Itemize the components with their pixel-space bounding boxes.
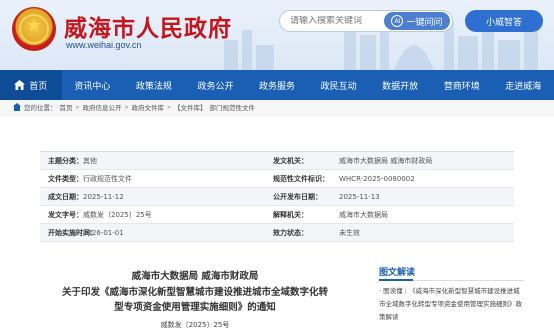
interpretation-panel: 图文解读 · 图读懂｜《威海市深化新型智慧城市建设推进城市全域数字化转型专项资金… — [379, 265, 524, 324]
meta-value: 2025-11-13 — [339, 192, 380, 201]
metadata-row: 文件类型： 行政规范性文件 规范性文件标识： WHCR-2025-0080002 — [40, 170, 514, 188]
location-icon — [13, 103, 21, 111]
search-input[interactable] — [290, 16, 390, 26]
assistant-button[interactable]: 小威智答 — [465, 10, 543, 32]
search-box: AI 一键问问 — [279, 10, 453, 32]
nav-item-disclosure[interactable]: 政务公开 — [185, 70, 247, 100]
breadcrumb-item-file-library[interactable]: 【文件库】 — [174, 102, 207, 112]
breadcrumb-separator: » — [124, 103, 129, 111]
metadata-row: 成文日期： 2025-11-12 公开发布日期： 2025-11-13 — [40, 188, 514, 206]
meta-key: 效力状态： — [273, 228, 308, 237]
metadata-row: 开始实施时间： 2026-01-01 效力状态： 未生效 — [40, 224, 514, 242]
breadcrumb-separator: » — [75, 103, 80, 111]
site-title[interactable]: 威海市人民政府 — [64, 9, 232, 43]
interpretation-link[interactable]: · 图读懂｜《威海市深化新型智慧城市建设推进城市全域数字化转型专项资金使用管理实… — [379, 285, 524, 324]
nav-item-label: 首页 — [29, 81, 48, 92]
meta-value: 其他 — [83, 156, 97, 165]
meta-key: 开始实施时间： — [48, 228, 97, 237]
meta-value: 行政规范性文件 — [83, 174, 132, 183]
content-card: 主题分类： 其他 发文机关： 威海市大数据局 威海市财政局 文件类型： 行政规范… — [0, 117, 554, 336]
meta-key: 发文字号： — [48, 210, 83, 219]
metadata-row: 发文字号： 威数发〔2025〕25号 解释机关： 威海市大数据局 — [40, 206, 514, 224]
nav-item-open-data[interactable]: 数据开放 — [369, 70, 431, 100]
meta-key: 主题分类： — [48, 156, 83, 165]
breadcrumb-separator: » — [166, 103, 171, 111]
document-title-line: 威海市大数据局 威海市财政局 — [131, 271, 259, 282]
site-header: ★ 威海市人民政府 www.weihai.gov.cn AI 一键问问 小威智答 — [0, 0, 554, 70]
interpretation-title: 图文解读 — [379, 265, 524, 281]
meta-value: 威数发〔2025〕25号 — [83, 210, 152, 219]
document-title: 威海市大数据局 威海市财政局 关于印发《威海市深化新型智慧城市建设推进城市全域数… — [40, 269, 350, 316]
meta-key: 公开发布日期： — [273, 192, 322, 201]
breadcrumb: 您的位置： 首页 » 政府信息公开 » 政府文件库 » 【文件库】 部门规范性文… — [13, 102, 255, 112]
breadcrumb-item-library[interactable]: 政府文件库 — [131, 102, 164, 112]
meta-key: 发文机关： — [273, 156, 308, 165]
document-title-line: 型专项资金使用管理实施细则》的通知 — [114, 302, 276, 313]
meta-value: 未生效 — [339, 228, 360, 237]
site-domain: www.weihai.gov.cn — [66, 40, 142, 50]
breadcrumb-item-home[interactable]: 首页 — [60, 102, 73, 112]
document-metadata-table: 主题分类： 其他 发文机关： 威海市大数据局 威海市财政局 文件类型： 行政规范… — [40, 151, 514, 242]
nav-item-business[interactable]: 营商环境 — [431, 70, 493, 100]
home-icon — [14, 80, 26, 90]
meta-value: WHCR-2025-0080002 — [339, 174, 415, 183]
ask-ai-label: 一键问问 — [406, 17, 443, 28]
metadata-row: 主题分类： 其他 发文机关： 威海市大数据局 威海市财政局 — [40, 152, 514, 170]
nav-item-interaction[interactable]: 政民互动 — [308, 70, 370, 100]
meta-value: 2025-11-12 — [83, 192, 124, 201]
document-title-line: 关于印发《威海市深化新型智慧城市建设推进城市全域数字化转 — [61, 286, 328, 298]
breadcrumb-item-disclosure[interactable]: 政府信息公开 — [82, 102, 121, 112]
meta-value: 威海市大数据局 威海市财政局 — [339, 156, 433, 165]
national-emblem-logo: ★ — [12, 7, 56, 51]
document-number: 威数发〔2025〕25号 — [160, 321, 230, 329]
meta-value: 威海市大数据局 — [339, 210, 388, 219]
nav-item-news[interactable]: 资讯中心 — [62, 70, 124, 100]
meta-key: 规范性文件标识： — [273, 174, 329, 183]
meta-key: 成文日期： — [48, 192, 83, 201]
meta-value: 2026-01-01 — [83, 228, 124, 237]
breadcrumb-prefix: 您的位置： — [24, 104, 57, 112]
nav-item-about[interactable]: 走进威海 — [493, 70, 554, 100]
meta-key: 解释机关： — [273, 210, 308, 219]
nav-item-policy[interactable]: 政策法规 — [123, 70, 185, 100]
main-nav: 首页 资讯中心 政策法规 政务公开 政务服务 政民互动 数据开放 营商环境 走进… — [0, 70, 554, 100]
nav-item-services[interactable]: 政务服务 — [246, 70, 308, 100]
ask-ai-button[interactable]: AI 一键问问 — [384, 12, 450, 30]
meta-key: 文件类型： — [48, 174, 83, 183]
breadcrumb-item-dept-files[interactable]: 部门规范性文件 — [209, 102, 255, 112]
nav-item-home[interactable]: 首页 — [0, 70, 62, 100]
ai-icon: AI — [391, 15, 404, 27]
